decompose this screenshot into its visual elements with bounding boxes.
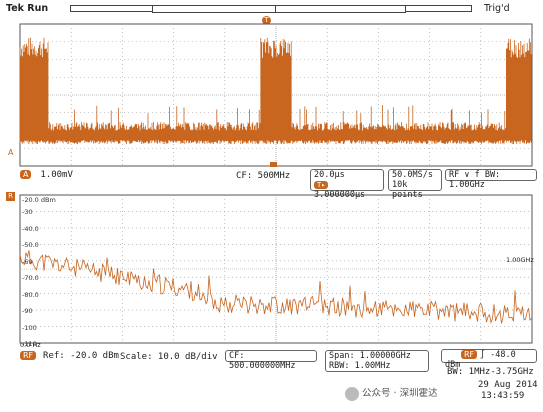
bandwidth-readout: BW: 1MHz-3.75GHz xyxy=(447,367,534,377)
record-length: 10k points xyxy=(392,180,423,200)
rbw-label: RBW: xyxy=(329,361,350,371)
spectrum-y-tick: -70.0 xyxy=(22,274,39,283)
spectrum-indicator: R xyxy=(6,192,15,201)
spectrum-x-start: 0.0 Hz xyxy=(20,341,41,349)
ref-level: Ref: -20.0 dBm xyxy=(43,351,119,361)
channel-scale-readout[interactable]: A 1.00mV xyxy=(20,170,73,180)
ground-marker[interactable]: A xyxy=(8,148,13,157)
spectrum-y-tick: -30 xyxy=(22,208,33,217)
trigger-position-icon: T▸ xyxy=(314,181,329,189)
spectrum-x-end: 1.00GHz xyxy=(506,256,534,264)
trigger-level-marker[interactable] xyxy=(270,162,277,167)
spectrum-reference-readout[interactable]: RF Ref: -20.0 dBm xyxy=(20,351,119,361)
watermark: 公众号 · 深圳霍达 xyxy=(345,385,438,401)
time-readout: 13:43:59 xyxy=(481,391,525,401)
spectrum-y-tick: -80.0 xyxy=(22,290,39,299)
spectrum-y-tick: -20.0 dBm xyxy=(22,196,56,204)
trigger-readout[interactable]: RF ∨ f BW: 1.00GHz xyxy=(445,169,537,190)
vertical-scale: 1.00mV xyxy=(40,170,73,180)
wechat-icon xyxy=(345,386,359,401)
rbw-value: 1.00MHz xyxy=(354,361,391,371)
time-per-div: 20.0µs xyxy=(314,170,345,180)
spectrum-y-tick: -90 xyxy=(22,307,33,316)
spectrum-scale: Scale: 10.0 dB/div xyxy=(120,352,218,362)
spectrum-y-tick: -50.0 xyxy=(22,241,39,250)
spectrum-y-tick: -40.0 xyxy=(22,224,39,233)
trigger-position-value: 3.000000µs xyxy=(314,190,366,200)
acquisition-readout[interactable]: 50.0MS/s 10k points xyxy=(388,169,442,200)
rf-trigger-badge: RF xyxy=(461,350,478,359)
span-rbw-readout[interactable]: Span: 1.00000GHz RBW: 1.00MHz xyxy=(325,350,429,372)
channel-badge: A xyxy=(20,170,32,179)
time-domain-cf: CF: 500MHz xyxy=(236,171,291,181)
timebase-readout[interactable]: 20.0µs T▸ 3.000000µs xyxy=(310,169,384,200)
spectrum-y-tick: -100 xyxy=(22,323,37,332)
rf-trigger-readout[interactable]: RF ∫ -48.0 dBm xyxy=(441,349,537,370)
span-value: 1.00000GHz xyxy=(359,351,411,361)
span-label: Span: xyxy=(329,351,355,361)
ref-badge: RF xyxy=(20,351,37,360)
spectrum-cf[interactable]: CF: 500.000000MHz xyxy=(225,350,317,371)
spectrum-y-tick: -60 xyxy=(22,257,33,266)
sample-rate: 50.0MS/s xyxy=(392,170,433,180)
date-readout: 29 Aug 2014 xyxy=(478,380,538,390)
